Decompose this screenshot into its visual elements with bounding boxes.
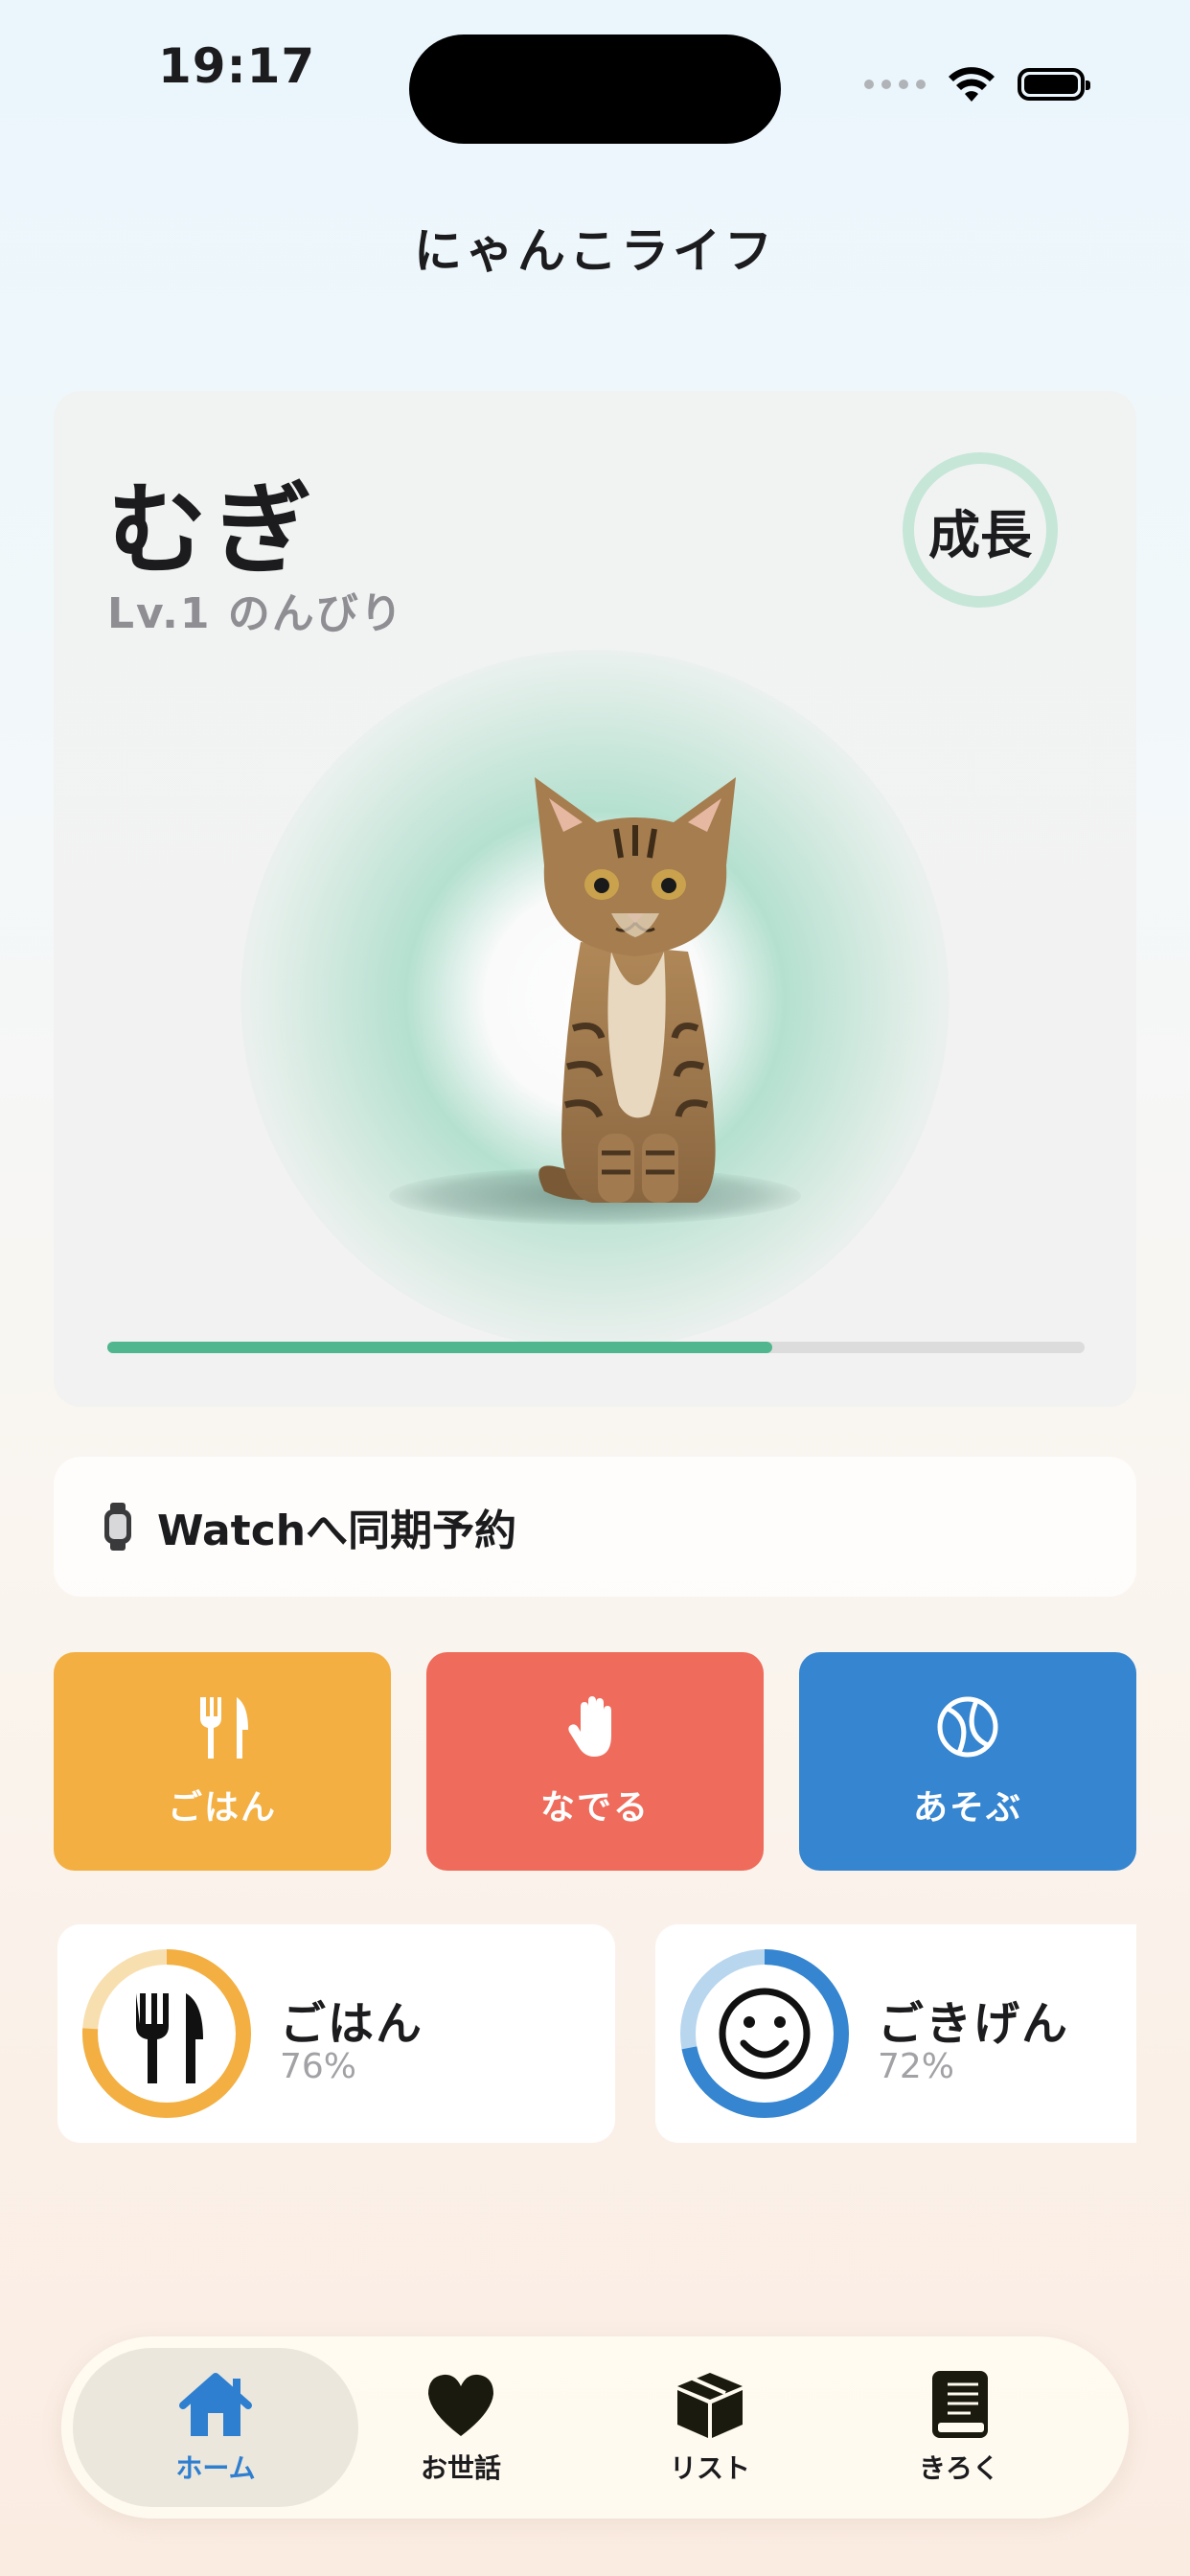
- home-icon: [179, 2373, 252, 2436]
- watch-sync-row[interactable]: Watchへ同期予約: [54, 1457, 1136, 1597]
- mood-stat-value: 72%: [878, 2047, 955, 2086]
- tab-list[interactable]: リスト: [567, 2348, 853, 2507]
- play-button-label: あそぶ: [912, 1788, 1022, 1828]
- feed-button-label: ごはん: [167, 1788, 277, 1828]
- book-icon: [932, 2371, 988, 2438]
- tab-home-label: ホーム: [175, 2452, 256, 2484]
- hand-icon: [568, 1696, 611, 1757]
- stage-badge: 成長: [903, 452, 1058, 608]
- fork-knife-icon: [136, 1993, 203, 2083]
- tab-records-label: きろく: [918, 2452, 999, 2484]
- growth-progress-fill: [107, 1342, 772, 1353]
- tab-bar: ホーム お世話 リスト きろく: [61, 2336, 1129, 2518]
- mood-stat-ring: [680, 1949, 849, 2118]
- pet-name: むぎ: [107, 472, 319, 588]
- watch-icon: [104, 1503, 131, 1551]
- box-icon: [677, 2373, 743, 2438]
- pet-level: Lv.1 のんびり: [107, 589, 404, 638]
- tab-care[interactable]: お世話: [318, 2348, 604, 2507]
- mood-stat-label: ごきげん: [878, 1997, 1070, 2051]
- pet-button[interactable]: なでる: [426, 1652, 764, 1871]
- pet-card[interactable]: むぎ Lv.1 のんびり 成長: [54, 391, 1136, 1407]
- dynamic-island: [409, 34, 781, 144]
- cellular-signal-icon: [864, 80, 926, 89]
- fork-knife-icon: [200, 1697, 248, 1759]
- tab-records[interactable]: きろく: [816, 2348, 1102, 2507]
- heart-icon: [428, 2374, 493, 2436]
- watch-sync-label: Watchへ同期予約: [157, 1506, 517, 1555]
- app-title: にゃんこライフ: [414, 223, 776, 279]
- growth-progress-bar: [107, 1342, 1085, 1353]
- status-time: 19:17: [158, 38, 316, 94]
- tab-list-label: リスト: [669, 2452, 750, 2484]
- tab-home[interactable]: ホーム: [73, 2348, 358, 2507]
- status-indicators: [864, 65, 1090, 104]
- cat-image[interactable]: [506, 770, 765, 1210]
- food-stat-ring: [82, 1949, 251, 2118]
- food-stat-value: 76%: [280, 2047, 357, 2086]
- play-button[interactable]: あそぶ: [799, 1652, 1136, 1871]
- battery-icon: [1018, 68, 1090, 101]
- pet-button-label: なでる: [539, 1788, 650, 1828]
- tab-care-label: お世話: [420, 2452, 501, 2484]
- smiley-icon: [719, 1988, 811, 2080]
- ball-icon: [937, 1696, 998, 1758]
- stat-card-food: ごはん 76%: [57, 1924, 615, 2143]
- action-buttons: ごはん なでる あそぶ: [54, 1652, 1136, 1871]
- wifi-icon: [949, 67, 995, 102]
- feed-button[interactable]: ごはん: [54, 1652, 391, 1871]
- stat-card-mood: ごきげん 72%: [655, 1924, 1136, 2143]
- food-stat-label: ごはん: [280, 1997, 424, 2051]
